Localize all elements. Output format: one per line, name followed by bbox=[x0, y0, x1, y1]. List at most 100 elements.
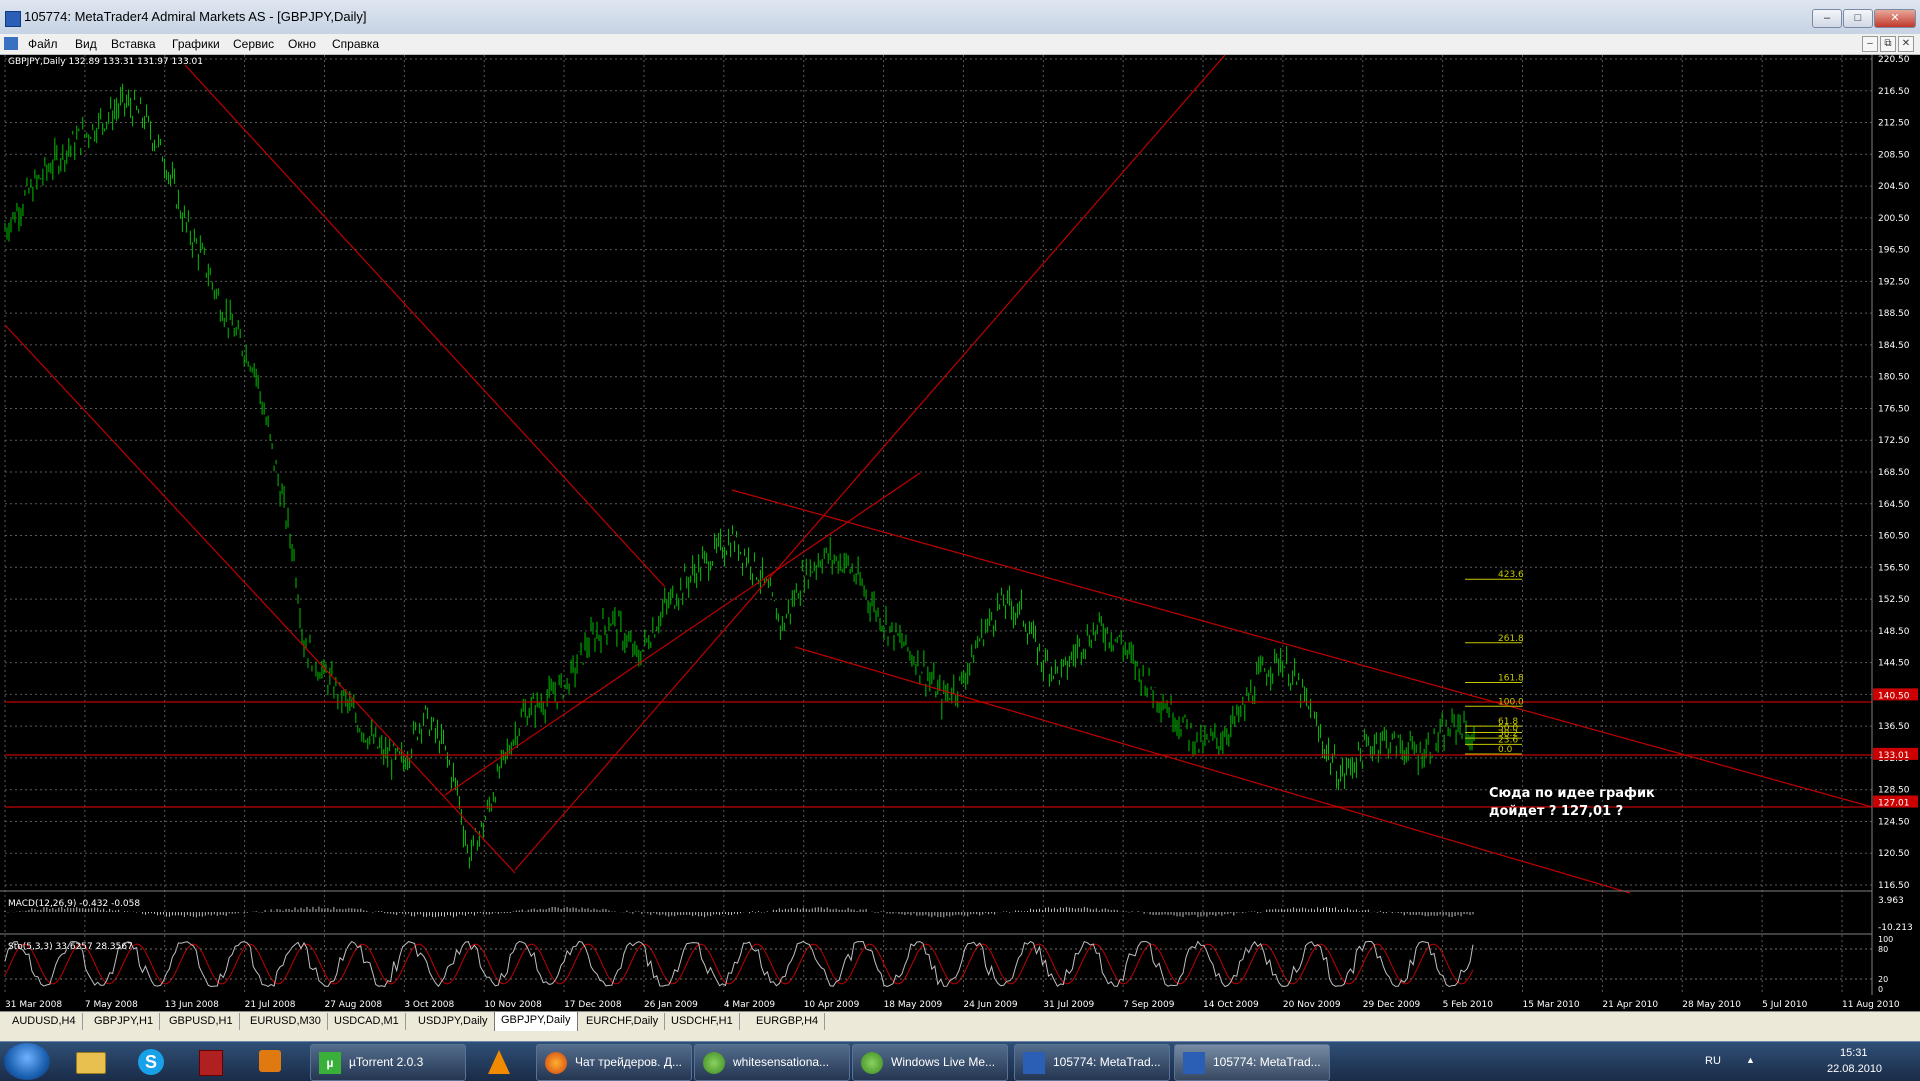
fibo-level-label: 261.8 bbox=[1498, 634, 1524, 644]
transformers-icon[interactable] bbox=[188, 1046, 232, 1078]
stochastic-main-line bbox=[4, 940, 1474, 988]
taskbar-messenger-1[interactable]: whitesensationa... bbox=[694, 1044, 850, 1081]
menu-view[interactable]: Вид bbox=[75, 37, 97, 51]
price-tick-label: 216.50 bbox=[1878, 87, 1910, 97]
stochastic-label: Sto(5,3,3) 33.6257 28.3567 bbox=[8, 942, 133, 952]
menu-help[interactable]: Справка bbox=[332, 37, 379, 51]
chart-tab[interactable]: AUDUSD,H4 bbox=[6, 1013, 83, 1030]
chart-tab[interactable]: USDCHF,H1 bbox=[665, 1013, 740, 1030]
date-tick-label: 5 Jul 2010 bbox=[1762, 1000, 1807, 1010]
chart-tabs: AUDUSD,H4 GBPJPY,H1 GBPUSD,H1 EURUSD,M30 USD… bbox=[0, 1011, 1920, 1032]
chart-tab[interactable]: EURGBP,H4 bbox=[750, 1013, 826, 1030]
chart-tab[interactable]: EURCHF,Daily bbox=[580, 1013, 666, 1030]
taskbar-metatrader-2[interactable]: 105774: MetaTrad... bbox=[1174, 1044, 1330, 1081]
price-tick-label: 200.50 bbox=[1878, 214, 1910, 224]
chart-tab[interactable]: GBPJPY,Daily bbox=[494, 1012, 578, 1032]
start-button[interactable] bbox=[4, 1043, 50, 1080]
trend-line bbox=[444, 472, 921, 796]
date-tick-label: 7 May 2008 bbox=[85, 1000, 138, 1010]
menu-bar: Файл Вид Вставка Графики Сервис Окно Спр… bbox=[0, 34, 1920, 55]
chart-tab[interactable]: GBPUSD,H1 bbox=[163, 1013, 240, 1030]
macd-label: MACD(12,26,9) -0.432 -0.058 bbox=[8, 899, 141, 909]
menu-insert[interactable]: Вставка bbox=[111, 37, 156, 51]
chart-grid bbox=[4, 55, 1872, 995]
date-tick-label: 29 Dec 2009 bbox=[1363, 1000, 1421, 1010]
chart-labels: 220.50 216.50 212.50 208.50 204.50 200.50 196.… bbox=[5, 55, 1918, 1010]
messenger-icon bbox=[861, 1052, 883, 1074]
fibo-level-label: 423.6 bbox=[1498, 570, 1524, 580]
maximize-button[interactable]: □ bbox=[1843, 9, 1873, 28]
messenger-icon bbox=[703, 1052, 725, 1074]
date-tick-label: 17 Dec 2008 bbox=[564, 1000, 622, 1010]
close-button[interactable]: ✕ bbox=[1874, 9, 1916, 28]
date-tick-label: 13 Jun 2008 bbox=[165, 1000, 219, 1010]
price-chart[interactable]: 423.6261.8161.8100.061.850.038.223.60.0 … bbox=[0, 55, 1920, 1011]
date-tick-label: 27 Aug 2008 bbox=[324, 1000, 382, 1010]
date-tick-label: 28 May 2010 bbox=[1682, 1000, 1741, 1010]
trend-line bbox=[184, 64, 666, 588]
price-tick-label: 128.50 bbox=[1878, 786, 1910, 796]
metatrader-app-icon bbox=[5, 11, 21, 27]
fibo-level-label: 100.0 bbox=[1498, 697, 1524, 707]
clock-date[interactable]: 22.08.2010 bbox=[1827, 1063, 1882, 1075]
price-tick-label: 184.50 bbox=[1878, 341, 1910, 351]
price-tick-label: 164.50 bbox=[1878, 500, 1910, 510]
date-tick-label: 3 Oct 2008 bbox=[404, 1000, 454, 1010]
window-title: 105774: MetaTrader4 Admiral Markets AS -… bbox=[24, 9, 367, 24]
mdi-close-button[interactable]: ✕ bbox=[1898, 36, 1914, 52]
clock-time[interactable]: 15:31 bbox=[1840, 1047, 1868, 1059]
taskbar-messenger-2[interactable]: Windows Live Me... bbox=[852, 1044, 1008, 1081]
price-tick-label: 120.50 bbox=[1878, 849, 1910, 859]
chart-tab[interactable]: USDJPY,Daily bbox=[412, 1013, 495, 1030]
date-tick-label: 18 May 2009 bbox=[884, 1000, 943, 1010]
date-tick-label: 21 Apr 2010 bbox=[1602, 1000, 1658, 1010]
price-tick-label: 176.50 bbox=[1878, 404, 1910, 414]
vlc-icon[interactable] bbox=[476, 1046, 520, 1078]
menu-window[interactable]: Окно bbox=[288, 37, 316, 51]
annotation-text-line1: Сюда по идее график bbox=[1489, 786, 1655, 801]
price-tick-label: 152.50 bbox=[1878, 595, 1910, 605]
date-tick-label: 11 Aug 2010 bbox=[1842, 1000, 1900, 1010]
fibo-level-label: 161.8 bbox=[1498, 673, 1524, 683]
taskbar-firefox[interactable]: Чат трейдеров. Д... bbox=[536, 1044, 692, 1081]
stochastic-lines bbox=[4, 940, 1872, 988]
tray-expand-icon[interactable]: ▲ bbox=[1746, 1055, 1755, 1065]
media-player-icon[interactable] bbox=[248, 1046, 292, 1078]
price-tick-label: 148.50 bbox=[1878, 627, 1910, 637]
language-indicator[interactable]: RU bbox=[1705, 1055, 1721, 1067]
stochastic-scale-label: 100 bbox=[1878, 935, 1893, 944]
taskbar-metatrader-1[interactable]: 105774: MetaTrad... bbox=[1014, 1044, 1170, 1081]
stochastic-scale-label: 0 bbox=[1878, 985, 1883, 994]
chart-tab[interactable]: EURUSD,M30 bbox=[244, 1013, 328, 1030]
metatrader-icon bbox=[1183, 1052, 1205, 1074]
menu-tools[interactable]: Сервис bbox=[233, 37, 274, 51]
chart-window-icon[interactable] bbox=[4, 37, 18, 50]
price-tick-label: 136.50 bbox=[1878, 722, 1910, 732]
explorer-icon[interactable] bbox=[68, 1046, 112, 1078]
mdi-restore-button[interactable]: ⧉ bbox=[1880, 36, 1896, 52]
minimize-button[interactable]: – bbox=[1812, 9, 1842, 28]
chart-tab[interactable]: USDCAD,M1 bbox=[328, 1013, 406, 1030]
price-tick-label: 196.50 bbox=[1878, 246, 1910, 256]
menu-charts[interactable]: Графики bbox=[172, 37, 220, 51]
price-tag-label: 133.01 bbox=[1878, 751, 1910, 761]
date-tick-label: 10 Apr 2009 bbox=[804, 1000, 860, 1010]
metatrader-icon bbox=[1023, 1052, 1045, 1074]
macd-histogram bbox=[4, 906, 1474, 918]
chart-window[interactable]: 423.6 261.8 161.8 100.0 61.8 50.0 38.2 23.6 0.0 … bbox=[0, 55, 1920, 1011]
date-tick-label: 20 Nov 2009 bbox=[1283, 1000, 1341, 1010]
menu-file[interactable]: Файл bbox=[28, 37, 58, 51]
price-tick-label: 160.50 bbox=[1878, 532, 1910, 542]
chart-tab[interactable]: GBPJPY,H1 bbox=[88, 1013, 161, 1030]
price-tick-label: 204.50 bbox=[1878, 182, 1910, 192]
utorrent-icon: µ bbox=[319, 1052, 341, 1074]
symbol-info: GBPJPY,Daily 132.89 133.31 131.97 133.01 bbox=[8, 57, 203, 67]
macd-scale-label: 3.963 bbox=[1878, 896, 1904, 906]
trend-line bbox=[794, 646, 1631, 894]
macd-scale-label: -10.213 bbox=[1878, 923, 1913, 933]
skype-icon[interactable]: S bbox=[128, 1046, 172, 1078]
taskbar-utorrent[interactable]: µ µTorrent 2.0.3 bbox=[310, 1044, 466, 1081]
date-tick-label: 5 Feb 2010 bbox=[1443, 1000, 1494, 1010]
trend-line bbox=[514, 55, 1226, 871]
mdi-minimize-button[interactable]: – bbox=[1862, 36, 1878, 52]
